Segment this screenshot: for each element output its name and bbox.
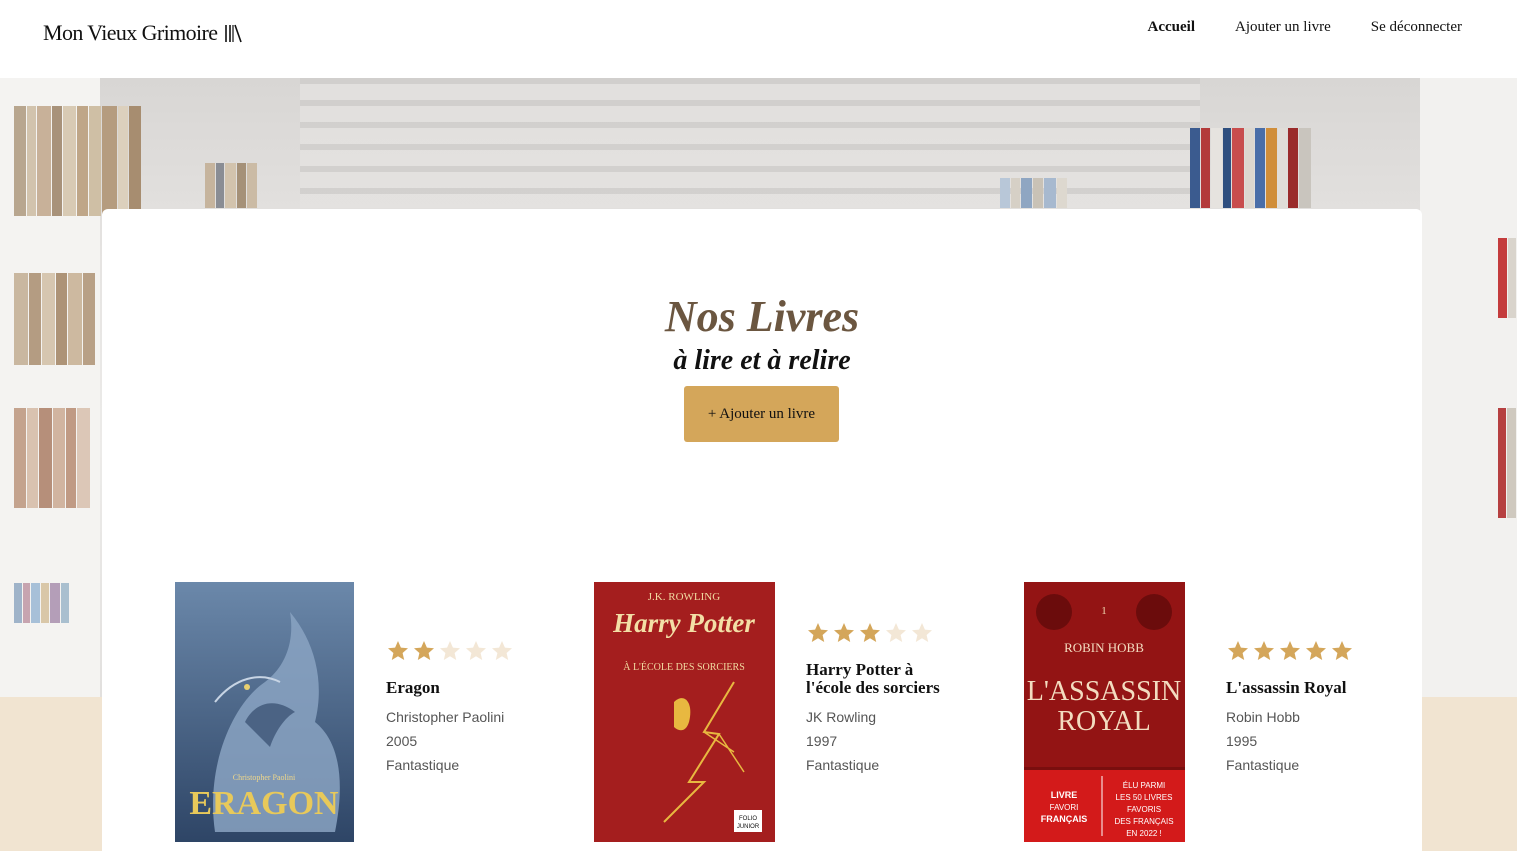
star-filled-icon — [388, 641, 408, 660]
star-empty-icon — [492, 641, 512, 660]
svg-text:ROYAL: ROYAL — [1057, 706, 1150, 737]
book-year: 1997 — [806, 733, 838, 749]
rating-stars — [386, 639, 526, 663]
book-card-eragon[interactable]: Christopher Paolini ERAGON Eragon Christ… — [175, 582, 526, 842]
nav-link-ajouter-livre[interactable]: Ajouter un livre — [1235, 19, 1331, 36]
site-logo[interactable]: Mon Vieux Grimoire — [43, 20, 243, 46]
books-left-middle — [14, 273, 104, 365]
book-title: L'assassin Royal — [1226, 678, 1347, 697]
site-header: Mon Vieux Grimoire Accueil Ajouter un li… — [0, 0, 1517, 78]
book-title: Eragon — [386, 678, 440, 697]
book-year: 2005 — [386, 733, 418, 749]
book-author: Robin Hobb — [1226, 709, 1300, 725]
cover-title-text: Harry Potter — [612, 608, 755, 638]
books-logo-icon — [225, 24, 243, 43]
star-filled-icon — [1280, 641, 1300, 660]
svg-text:LES 50 LIVRES: LES 50 LIVRES — [1116, 793, 1173, 802]
svg-text:DES FRANÇAIS: DES FRANÇAIS — [1114, 817, 1173, 826]
svg-text:ÉLU PARMI: ÉLU PARMI — [1123, 781, 1166, 790]
rating-stars — [1226, 639, 1366, 663]
book-author: Christopher Paolini — [386, 709, 505, 725]
book-card-assassin-royal[interactable]: 1 ROBIN HOBB L'ASSASSIN ROYAL LIVRE FAVO… — [1024, 582, 1366, 842]
books-card: Nos Livres à lire et à relire + Ajouter … — [102, 209, 1422, 851]
star-filled-icon — [834, 623, 854, 642]
star-filled-icon — [860, 623, 880, 642]
book-cover-assassin-royal: 1 ROBIN HOBB L'ASSASSIN ROYAL LIVRE FAVO… — [1024, 582, 1185, 842]
page-subtitle: à lire et à relire — [673, 345, 851, 376]
books-center-left — [205, 163, 285, 208]
svg-text:EN 2022 !: EN 2022 ! — [1126, 829, 1162, 838]
book-genre: Fantastique — [806, 757, 880, 773]
cover-author-text: J.K. ROWLING — [648, 591, 720, 603]
star-filled-icon — [1254, 641, 1274, 660]
logo-text: Mon Vieux Grimoire — [43, 20, 218, 45]
main-nav: Accueil Ajouter un livre Se déconnecter — [1148, 19, 1463, 36]
page-title: Nos Livres — [664, 292, 860, 341]
books-center-right — [1000, 178, 1130, 208]
svg-text:1: 1 — [1101, 605, 1107, 617]
cover-author-text: ROBIN HOBB — [1064, 640, 1144, 655]
books-left-top — [14, 106, 184, 216]
star-empty-icon — [440, 641, 460, 660]
star-filled-icon — [1228, 641, 1248, 660]
shelf-right — [1420, 78, 1517, 697]
rating-stars — [806, 621, 946, 645]
books-right-top — [1190, 128, 1350, 208]
star-filled-icon — [1332, 641, 1352, 660]
books-left-bottom — [14, 583, 104, 623]
svg-text:JUNIOR: JUNIOR — [737, 824, 760, 830]
nav-link-deconnexion[interactable]: Se déconnecter — [1371, 19, 1462, 36]
add-book-button[interactable]: + Ajouter un livre — [684, 386, 839, 442]
book-info-harry-potter: Harry Potter à l'école des sorciers JK R… — [806, 582, 946, 842]
svg-text:FAVORI: FAVORI — [1050, 803, 1079, 812]
book-author: JK Rowling — [806, 709, 877, 725]
book-info-eragon: Eragon Christopher Paolini 2005 Fantasti… — [386, 582, 526, 842]
book-genre: Fantastique — [386, 757, 460, 773]
book-genre: Fantastique — [1226, 757, 1300, 773]
book-cover-harry-potter: J.K. ROWLING Harry Potter À L'ÉCOLE DES … — [594, 582, 775, 842]
star-filled-icon — [414, 641, 434, 660]
star-empty-icon — [466, 641, 486, 660]
cover-title-text: L'ASSASSIN — [1027, 676, 1181, 707]
nav-link-accueil[interactable]: Accueil — [1148, 19, 1195, 36]
svg-text:LIVRE: LIVRE — [1051, 790, 1078, 800]
book-title: Harry Potter à l'école des sorciers — [806, 660, 940, 697]
book-cover-eragon: Christopher Paolini ERAGON — [175, 582, 354, 842]
star-filled-icon — [808, 623, 828, 642]
star-filled-icon — [1306, 641, 1326, 660]
star-empty-icon — [886, 623, 906, 642]
cover-subtitle-text: À L'ÉCOLE DES SORCIERS — [623, 661, 745, 673]
book-info-assassin-royal: L'assassin Royal Robin Hobb 1995 Fantast… — [1226, 582, 1366, 842]
books-right-edge — [1498, 238, 1517, 318]
cover-author-text: Christopher Paolini — [233, 773, 296, 782]
svg-text:FAVORIS: FAVORIS — [1127, 805, 1161, 814]
books-right-edge-lower — [1498, 408, 1517, 518]
star-empty-icon — [912, 623, 932, 642]
books-left-lower — [14, 408, 104, 508]
book-year: 1995 — [1226, 733, 1258, 749]
book-card-harry-potter[interactable]: J.K. ROWLING Harry Potter À L'ÉCOLE DES … — [594, 582, 946, 842]
svg-text:FOLIO: FOLIO — [739, 816, 757, 822]
cover-title-text: ERAGON — [189, 785, 339, 822]
svg-text:FRANÇAIS: FRANÇAIS — [1041, 814, 1088, 824]
